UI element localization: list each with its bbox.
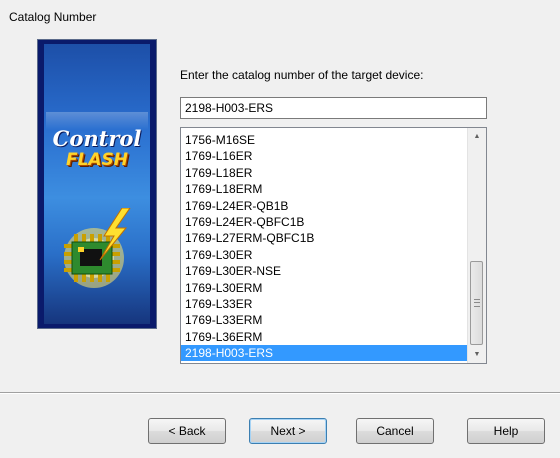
scroll-thumb[interactable]: [470, 261, 483, 345]
next-button[interactable]: Next >: [249, 418, 327, 444]
list-item[interactable]: 1769-L18ER: [181, 165, 468, 181]
back-button[interactable]: < Back: [148, 418, 226, 444]
scroll-up-arrow-icon[interactable]: ▲: [468, 128, 486, 145]
list-item[interactable]: 1769-L18ERM: [181, 181, 468, 197]
catalog-list-items: 1756-M16SE 1769-L16ER 1769-L18ER 1769-L18ER…: [181, 132, 468, 362]
list-item[interactable]: 1769-L30ER: [181, 247, 468, 263]
scroll-down-arrow-icon[interactable]: ▼: [468, 346, 486, 363]
catalog-listbox[interactable]: 1756-M16SE 1769-L16ER 1769-L18ER 1769-L18ER…: [180, 127, 487, 364]
help-button[interactable]: Help: [467, 418, 545, 444]
catalog-number-input[interactable]: [180, 97, 487, 119]
banner-control-text: Control: [52, 126, 142, 151]
title-bar: Catalog Number: [0, 0, 560, 31]
list-item[interactable]: 1769-L24ER-QBFC1B: [181, 214, 468, 230]
list-item[interactable]: 1769-L27ERM-QBFC1B: [181, 230, 468, 246]
list-item[interactable]: 1769-L30ERM: [181, 280, 468, 296]
list-item[interactable]: 1756-M16SE: [181, 132, 468, 148]
list-item[interactable]: 1769-L33ER: [181, 296, 468, 312]
cancel-button[interactable]: Cancel: [356, 418, 434, 444]
list-item[interactable]: 1769-L16ER: [181, 148, 468, 164]
list-item[interactable]: 1769-L24ER-QB1B: [181, 198, 468, 214]
scroll-grip-icon: [474, 299, 480, 307]
window-title: Catalog Number: [9, 10, 97, 24]
list-item[interactable]: 1769-L33ERM: [181, 312, 468, 328]
controlflash-banner: Control FLASH: [37, 39, 157, 329]
catalog-prompt-label: Enter the catalog number of the target d…: [180, 68, 424, 82]
list-item[interactable]: 1769-L36ERM: [181, 329, 468, 345]
list-item[interactable]: 1769-L30ER-NSE: [181, 263, 468, 279]
chip-lightning-icon: [64, 208, 131, 288]
button-divider: [0, 392, 560, 394]
banner-flash-text: FLASH: [65, 150, 129, 170]
list-item[interactable]: 2198-H003-ERS: [181, 345, 468, 362]
list-scrollbar[interactable]: ▲ ▼: [467, 128, 486, 363]
